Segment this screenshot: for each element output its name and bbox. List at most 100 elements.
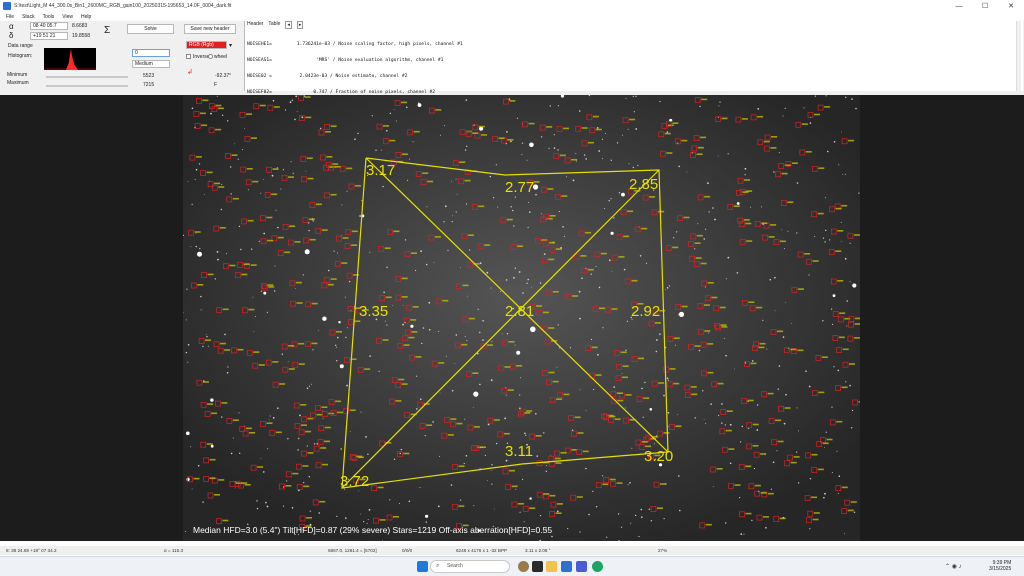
star-hfd-label bbox=[572, 295, 579, 297]
star-hfd-label bbox=[222, 308, 229, 311]
tab-header[interactable]: Header bbox=[247, 21, 263, 29]
tab-table[interactable]: Table bbox=[268, 21, 280, 29]
star-hfd-label bbox=[672, 122, 679, 124]
menu-help[interactable]: Help bbox=[81, 14, 91, 20]
star bbox=[557, 105, 559, 107]
fits-header-panel[interactable]: Header Table ◂ ▸ NOISEHE1= 1.736241e-03 … bbox=[244, 21, 1023, 209]
star-hfd-label bbox=[757, 115, 764, 118]
histogram[interactable] bbox=[44, 48, 96, 70]
network-icon[interactable]: ⌃ ◉ ♪ bbox=[945, 563, 962, 570]
star-hfd-label bbox=[311, 342, 318, 345]
chevron-right-icon[interactable]: ▸ bbox=[296, 21, 304, 29]
star bbox=[491, 470, 493, 471]
star bbox=[845, 381, 847, 383]
star bbox=[479, 262, 482, 265]
solve-button[interactable]: Solve bbox=[127, 24, 174, 34]
minimize-button[interactable]: — bbox=[946, 0, 972, 12]
edge-browser-icon[interactable] bbox=[592, 561, 603, 572]
star bbox=[454, 363, 456, 365]
star bbox=[398, 503, 400, 504]
star bbox=[513, 225, 515, 227]
quality-select[interactable]: Medium bbox=[132, 60, 170, 68]
star bbox=[809, 478, 812, 480]
menu-view[interactable]: View bbox=[62, 14, 73, 20]
star bbox=[694, 248, 696, 250]
rotate-arrow-icon[interactable]: ↲ bbox=[187, 68, 193, 76]
taskbar-search[interactable]: ⌕ Search bbox=[430, 560, 510, 573]
star-hfd-label bbox=[473, 426, 480, 428]
task-view-icon[interactable] bbox=[532, 561, 543, 572]
star bbox=[190, 446, 192, 448]
star bbox=[776, 450, 778, 452]
star-hfd-label bbox=[775, 419, 782, 422]
star-hfd-label bbox=[364, 368, 371, 370]
star bbox=[535, 413, 537, 415]
dec-input[interactable]: +19 51 21 bbox=[30, 32, 68, 40]
star-hfd-label bbox=[577, 432, 584, 434]
star bbox=[455, 178, 457, 180]
file-explorer-icon[interactable] bbox=[546, 561, 557, 572]
widget-icon[interactable] bbox=[518, 561, 529, 572]
star bbox=[597, 353, 599, 356]
app-taskbar-icon[interactable] bbox=[576, 561, 587, 572]
save-header-button[interactable]: Save new header bbox=[184, 24, 236, 34]
star bbox=[640, 508, 643, 511]
star-hfd-label bbox=[517, 503, 524, 505]
star bbox=[762, 319, 764, 321]
colour-select[interactable]: RGB (Rgb) bbox=[186, 41, 227, 49]
maximum-slider[interactable] bbox=[46, 85, 128, 87]
menu-file[interactable]: File bbox=[6, 14, 14, 20]
star bbox=[386, 266, 388, 268]
star bbox=[770, 488, 773, 490]
wheel-radio[interactable] bbox=[208, 54, 213, 59]
star bbox=[824, 447, 825, 449]
inverse-checkbox[interactable] bbox=[186, 54, 191, 59]
star-hfd-label bbox=[743, 219, 750, 221]
star-hfd-label bbox=[498, 137, 505, 139]
star-hfd-label bbox=[207, 273, 214, 276]
star-hfd-label bbox=[592, 115, 599, 118]
star-hfd-label bbox=[695, 257, 702, 259]
star bbox=[796, 182, 799, 184]
star-hfd-label bbox=[777, 330, 783, 333]
star bbox=[438, 331, 440, 332]
star-hfd-label bbox=[681, 139, 688, 142]
minimum-slider[interactable] bbox=[46, 76, 128, 78]
star-hfd-label bbox=[805, 151, 812, 153]
star bbox=[277, 226, 279, 229]
flip-label[interactable]: F bbox=[214, 82, 217, 88]
menu-stack[interactable]: Stack bbox=[22, 14, 35, 20]
close-button[interactable]: ✕ bbox=[998, 0, 1024, 12]
star bbox=[319, 127, 322, 130]
star-hfd-label bbox=[459, 161, 466, 163]
star-hfd-label bbox=[824, 106, 831, 108]
maximize-button[interactable]: ☐ bbox=[972, 0, 998, 12]
astap-taskbar-icon[interactable] bbox=[561, 561, 572, 572]
histogram-peak bbox=[66, 49, 78, 70]
star bbox=[465, 99, 468, 101]
range-select[interactable]: 0 bbox=[132, 49, 170, 57]
star-hfd-label bbox=[666, 152, 673, 154]
star-hfd-label bbox=[447, 434, 454, 436]
star bbox=[710, 403, 712, 405]
star-hfd-label bbox=[412, 306, 419, 308]
clock[interactable]: 9:39 PM 3/15/2025 bbox=[989, 560, 1011, 572]
star-image[interactable]: 3.17 2.77 2.85 3.35 2.81 2.92 3.72 3.11 … bbox=[183, 95, 860, 541]
star-hfd-label bbox=[581, 127, 588, 129]
star-hfd-label bbox=[524, 412, 531, 414]
star-hfd-label bbox=[472, 132, 479, 134]
chevron-left-icon[interactable]: ◂ bbox=[285, 21, 292, 29]
star bbox=[187, 361, 189, 363]
ra-input[interactable]: 08 40 05.7 bbox=[30, 22, 68, 30]
star bbox=[814, 235, 816, 237]
star bbox=[783, 248, 785, 250]
chevron-down-icon[interactable]: ▾ bbox=[229, 42, 232, 49]
star-hfd-label bbox=[401, 296, 408, 298]
star bbox=[238, 225, 241, 228]
menu-tools[interactable]: Tools bbox=[43, 14, 55, 20]
header-scrollbar[interactable] bbox=[1016, 21, 1021, 91]
star-hfd-label bbox=[622, 376, 628, 379]
stack-sigma-icon[interactable]: Σ bbox=[104, 25, 110, 36]
star-hfd-label bbox=[306, 517, 312, 519]
windows-start-icon[interactable] bbox=[417, 561, 428, 572]
